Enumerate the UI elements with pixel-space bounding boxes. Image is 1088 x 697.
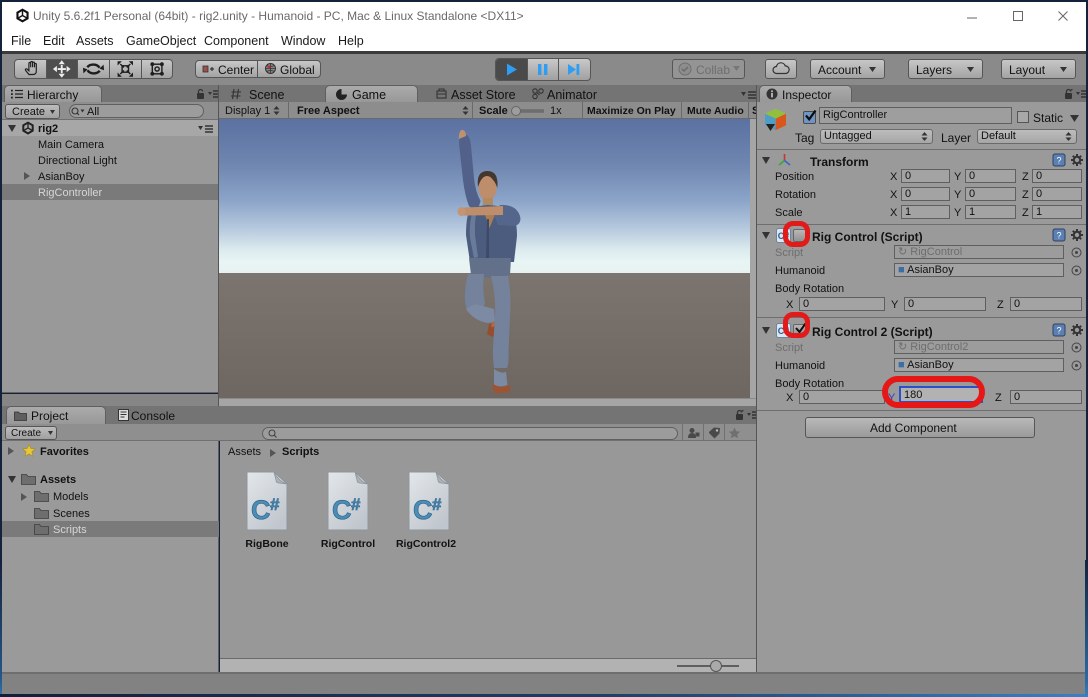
svg-text:#: # xyxy=(432,495,442,514)
svg-text:C: C xyxy=(332,495,352,525)
svg-text:#: # xyxy=(270,495,280,514)
svg-text:?: ? xyxy=(1056,156,1061,166)
svg-text:C: C xyxy=(251,495,271,525)
svg-text:C: C xyxy=(413,495,433,525)
svg-text:?: ? xyxy=(1056,231,1061,241)
svg-text:?: ? xyxy=(1056,326,1061,336)
svg-text:#: # xyxy=(351,495,361,514)
